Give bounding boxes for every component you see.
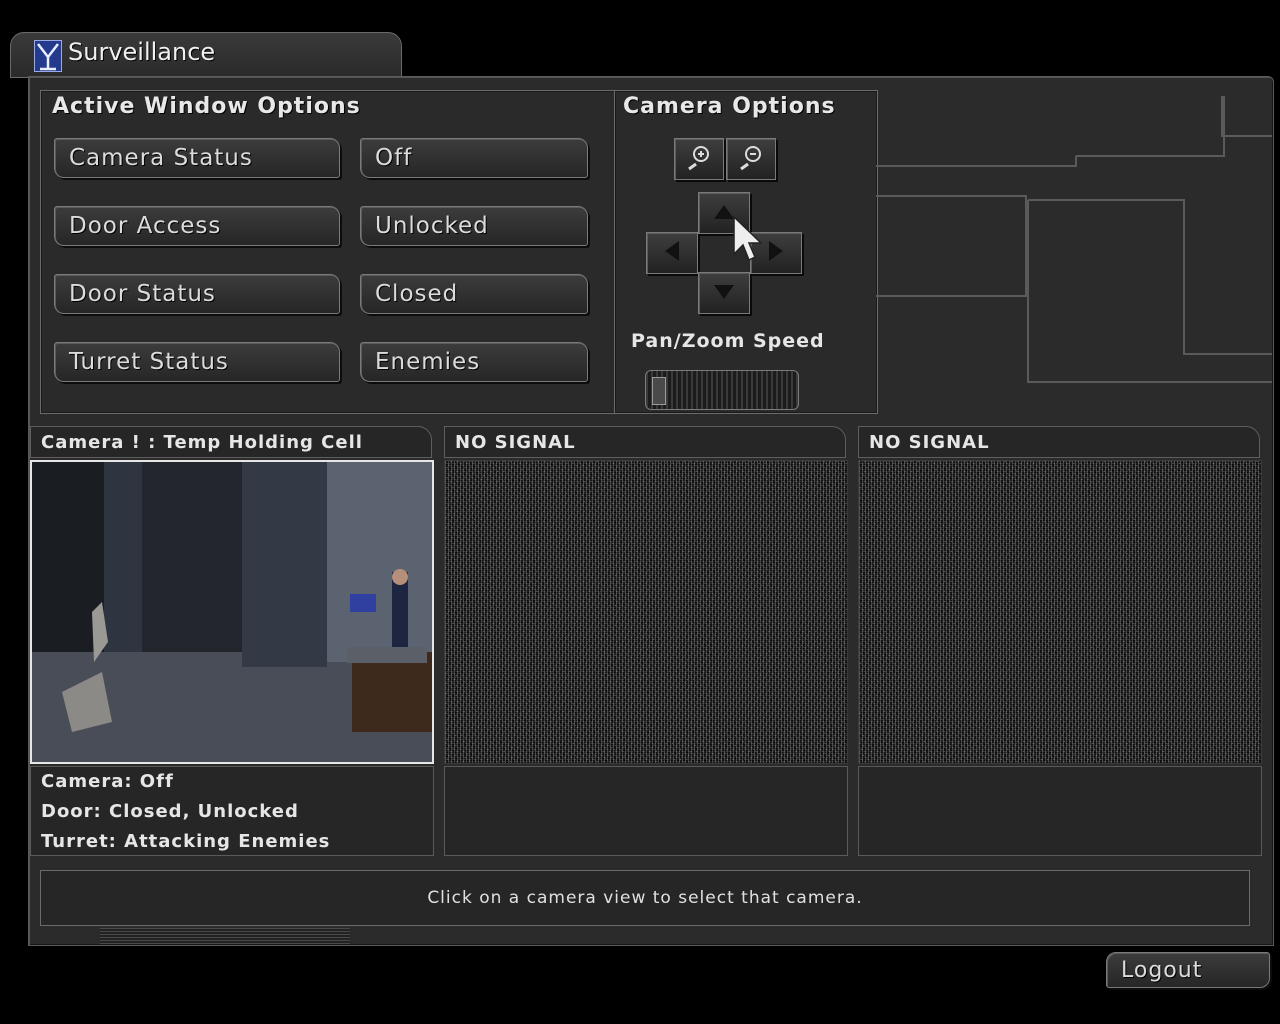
camera-1-title: Camera ! : Temp Holding Cell — [41, 431, 363, 453]
door-status-label: Door Status — [69, 281, 216, 307]
camera-options-header: Camera Options — [623, 94, 836, 119]
camera-3-info-panel — [858, 766, 1262, 856]
status-bar: Click on a camera view to select that ca… — [40, 870, 1250, 926]
pan-zoom-speed-slider[interactable] — [645, 370, 799, 410]
logout-label: Logout — [1121, 957, 1203, 983]
window-title: Surveillance — [68, 38, 216, 66]
camera-3-view[interactable] — [858, 460, 1262, 764]
arrow-right-icon — [769, 241, 783, 265]
slider-handle[interactable] — [652, 377, 666, 405]
camera-1-view[interactable] — [30, 460, 434, 764]
pan-left-button[interactable] — [646, 232, 698, 274]
door-status-value-text: Closed — [375, 281, 459, 307]
zoom-out-icon — [737, 143, 765, 175]
door-status-value: Closed — [360, 274, 588, 314]
camera-1-turret-status: Turret: Attacking Enemies — [41, 831, 331, 852]
camera-1-camera-status: Camera: Off — [41, 771, 174, 792]
camera-3-header[interactable]: NO SIGNAL — [858, 426, 1260, 458]
camera-1-header[interactable]: Camera ! : Temp Holding Cell — [30, 426, 432, 458]
pan-zoom-speed-label: Pan/Zoom Speed — [631, 330, 825, 352]
camera-3-title: NO SIGNAL — [869, 431, 990, 453]
door-access-value-text: Unlocked — [375, 213, 489, 239]
turret-status-button[interactable]: Turret Status — [54, 342, 340, 382]
camera-status-value-text: Off — [375, 145, 413, 171]
door-status-button[interactable]: Door Status — [54, 274, 340, 314]
active-window-options-header: Active Window Options — [52, 94, 361, 119]
pan-down-button[interactable] — [698, 272, 750, 314]
camera-2-header[interactable]: NO SIGNAL — [444, 426, 846, 458]
camera-status-label: Camera Status — [69, 145, 253, 171]
camera-2-info-panel — [444, 766, 848, 856]
logout-button[interactable]: Logout — [1106, 952, 1270, 988]
arrow-up-icon — [714, 204, 734, 223]
door-access-value: Unlocked — [360, 206, 588, 246]
camera-status-button[interactable]: Camera Status — [54, 138, 340, 178]
mouse-cursor — [733, 215, 763, 268]
camera-1-info-panel: Camera: Off Door: Closed, Unlocked Turre… — [30, 766, 434, 856]
arrow-left-icon — [665, 241, 679, 265]
turret-status-value-text: Enemies — [375, 349, 481, 375]
door-access-button[interactable]: Door Access — [54, 206, 340, 246]
bottom-ridge — [100, 928, 350, 944]
arrow-down-icon — [714, 284, 734, 303]
turret-status-value: Enemies — [360, 342, 588, 382]
app-logo-icon — [34, 40, 62, 72]
decorative-panel — [876, 96, 1272, 412]
door-access-label: Door Access — [69, 213, 222, 239]
camera-status-value: Off — [360, 138, 588, 178]
status-message: Click on a camera view to select that ca… — [427, 888, 863, 908]
camera-2-view[interactable] — [444, 460, 848, 764]
camera-1-door-status: Door: Closed, Unlocked — [41, 801, 299, 822]
zoom-in-button[interactable] — [674, 138, 724, 180]
camera-2-title: NO SIGNAL — [455, 431, 576, 453]
zoom-in-icon — [685, 143, 713, 175]
turret-status-label: Turret Status — [69, 349, 229, 375]
zoom-out-button[interactable] — [726, 138, 776, 180]
